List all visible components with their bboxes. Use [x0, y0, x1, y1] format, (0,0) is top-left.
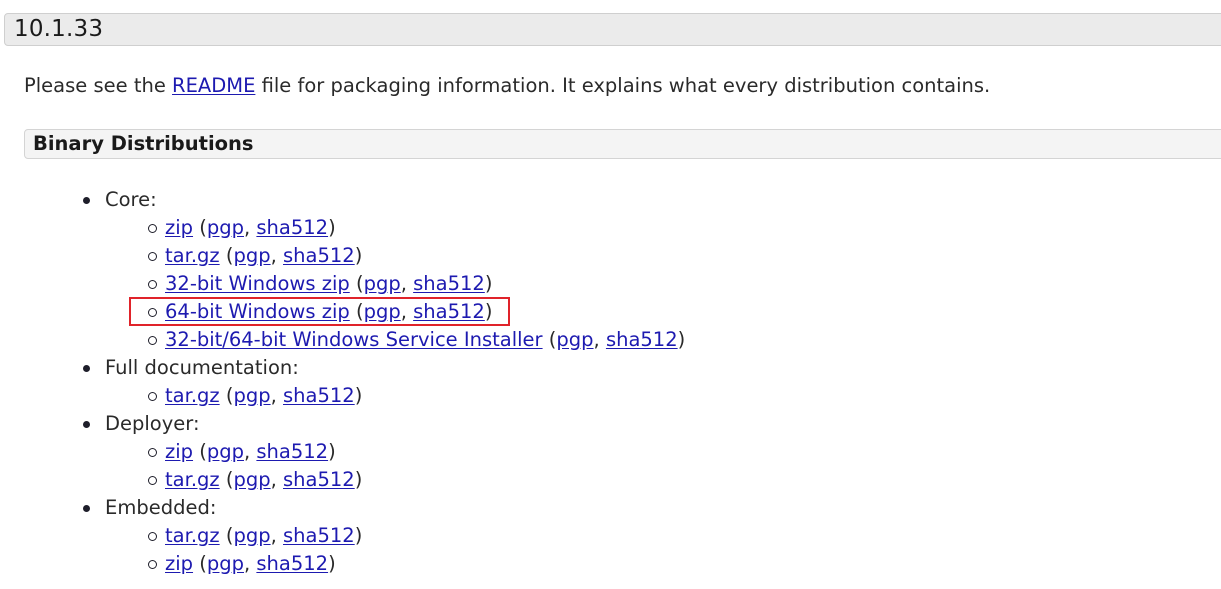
open-paren: ( [193, 552, 207, 575]
close-paren: ) [328, 216, 336, 239]
sha512-link[interactable]: sha512 [283, 468, 355, 491]
comma-separator: , [400, 272, 414, 295]
group-label: Embedded: [105, 496, 217, 519]
file-item: zip (pgp, sha512) [105, 438, 685, 466]
group-label: Deployer: [105, 412, 200, 435]
distribution-group: Embedded: tar.gz (pgp, sha512) zip (pgp, s… [0, 494, 685, 578]
file-item: 32-bit Windows zip (pgp, sha512) [105, 270, 685, 298]
open-paren: ( [219, 384, 234, 407]
download-link[interactable]: 32-bit/64-bit Windows Service Installer [165, 328, 543, 351]
distribution-group: Deployer: zip (pgp, sha512) tar.gz (pgp, s… [0, 410, 685, 494]
file-item: 64-bit Windows zip (pgp, sha512) [105, 298, 685, 326]
pgp-link[interactable]: pgp [364, 300, 401, 323]
download-link[interactable]: tar.gz [165, 244, 220, 267]
version-title: 10.1.33 [14, 16, 104, 42]
distribution-list: Core: zip (pgp, sha512) tar.gz (pgp, sha51… [0, 186, 685, 578]
distribution-group: Full documentation: tar.gz (pgp, sha512) [0, 354, 685, 410]
close-paren: ) [484, 272, 493, 295]
close-paren: ) [354, 384, 363, 407]
sha512-link[interactable]: sha512 [283, 384, 355, 407]
section-title: Binary Distributions [33, 132, 254, 155]
open-paren: ( [349, 300, 364, 323]
pgp-link[interactable]: pgp [233, 244, 270, 267]
file-item: zip (pgp, sha512) [105, 214, 685, 242]
comma-separator: , [270, 244, 283, 267]
comma-separator: , [593, 328, 606, 351]
intro-prefix: Please see the [24, 74, 173, 97]
sha512-link[interactable]: sha512 [256, 216, 328, 239]
download-link[interactable]: zip [165, 440, 193, 463]
comma-separator: , [270, 524, 283, 547]
close-paren: ) [677, 328, 686, 351]
file-list: tar.gz (pgp, sha512) zip (pgp, sha512) [105, 522, 685, 578]
file-item: zip (pgp, sha512) [105, 550, 685, 578]
readme-link[interactable]: README [172, 74, 255, 97]
pgp-link[interactable]: pgp [207, 440, 244, 463]
file-item: tar.gz (pgp, sha512) [105, 466, 685, 494]
open-paren: ( [219, 468, 234, 491]
file-list: zip (pgp, sha512) tar.gz (pgp, sha512) [105, 438, 685, 494]
version-header: 10.1.33 [4, 13, 1221, 46]
comma-separator: , [243, 440, 257, 463]
pgp-link[interactable]: pgp [364, 272, 401, 295]
comma-separator: , [243, 216, 257, 239]
download-link[interactable]: tar.gz [165, 524, 220, 547]
close-paren: ) [484, 300, 493, 323]
pgp-link[interactable]: pgp [556, 328, 593, 351]
sha512-link[interactable]: sha512 [606, 328, 678, 351]
group-label: Full documentation: [105, 356, 299, 379]
open-paren: ( [219, 524, 234, 547]
comma-separator: , [243, 552, 257, 575]
file-item: tar.gz (pgp, sha512) [105, 382, 685, 410]
download-link[interactable]: tar.gz [165, 468, 220, 491]
close-paren: ) [328, 552, 336, 575]
close-paren: ) [354, 468, 363, 491]
sha512-link[interactable]: sha512 [413, 300, 485, 323]
sha512-link[interactable]: sha512 [283, 244, 355, 267]
sha512-link[interactable]: sha512 [283, 524, 355, 547]
download-link[interactable]: zip [165, 216, 193, 239]
pgp-link[interactable]: pgp [207, 552, 244, 575]
open-paren: ( [219, 244, 234, 267]
sha512-link[interactable]: sha512 [413, 272, 485, 295]
download-link[interactable]: tar.gz [165, 384, 220, 407]
comma-separator: , [270, 384, 283, 407]
intro-suffix: file for packaging information. It expla… [255, 74, 991, 97]
pgp-link[interactable]: pgp [207, 216, 244, 239]
open-paren: ( [349, 272, 364, 295]
open-paren: ( [193, 440, 207, 463]
download-link[interactable]: 64-bit Windows zip [165, 300, 350, 323]
download-link[interactable]: zip [165, 552, 193, 575]
file-item: tar.gz (pgp, sha512) [105, 242, 685, 270]
pgp-link[interactable]: pgp [233, 468, 270, 491]
comma-separator: , [270, 468, 283, 491]
file-list: zip (pgp, sha512) tar.gz (pgp, sha512) 32-… [105, 214, 685, 354]
pgp-link[interactable]: pgp [233, 524, 270, 547]
binary-distributions-header: Binary Distributions [24, 129, 1221, 159]
pgp-link[interactable]: pgp [233, 384, 270, 407]
file-item: tar.gz (pgp, sha512) [105, 522, 685, 550]
download-link[interactable]: 32-bit Windows zip [165, 272, 350, 295]
close-paren: ) [354, 524, 363, 547]
close-paren: ) [354, 244, 363, 267]
group-label: Core: [105, 188, 157, 211]
intro-text: Please see the README file for packaging… [24, 74, 990, 97]
sha512-link[interactable]: sha512 [256, 552, 328, 575]
file-list: tar.gz (pgp, sha512) [105, 382, 685, 410]
file-item: 32-bit/64-bit Windows Service Installer … [105, 326, 685, 354]
close-paren: ) [328, 440, 336, 463]
sha512-link[interactable]: sha512 [256, 440, 328, 463]
comma-separator: , [400, 300, 414, 323]
distribution-group: Core: zip (pgp, sha512) tar.gz (pgp, sha51… [0, 186, 685, 354]
open-paren: ( [542, 328, 557, 351]
open-paren: ( [193, 216, 207, 239]
